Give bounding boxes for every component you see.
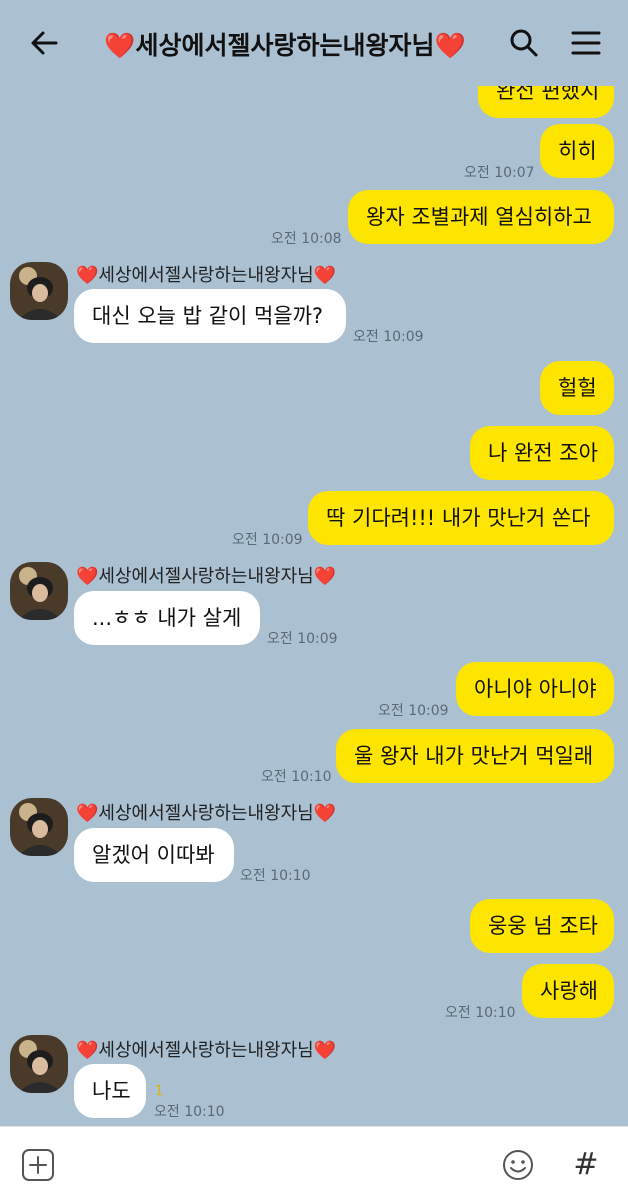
profile-photo-icon (10, 562, 68, 620)
menu-icon (571, 31, 601, 55)
message-time: 오전 10:09 (232, 532, 303, 548)
emoji-button[interactable] (498, 1145, 538, 1185)
message-time: 오전 10:07 (464, 165, 535, 181)
avatar[interactable] (10, 1035, 68, 1093)
message-time: 오전 10:09 (267, 631, 338, 647)
unread-count: 1 (155, 1084, 164, 1099)
back-button[interactable] (22, 21, 66, 65)
sender-name: ❤️세상에서젤사랑하는내왕자님❤️ (76, 803, 337, 824)
sender-name: ❤️세상에서젤사랑하는내왕자님❤️ (76, 1040, 337, 1061)
message-time: 오전 10:10 (240, 868, 311, 884)
message-time: 오전 10:09 (378, 703, 449, 719)
profile-photo-icon (10, 1035, 68, 1093)
sender-name: ❤️세상에서젤사랑하는내왕자님❤️ (76, 566, 337, 587)
emoji-icon (503, 1150, 533, 1180)
back-arrow-icon (31, 31, 58, 55)
plus-box-icon (22, 1149, 54, 1181)
avatar[interactable] (10, 262, 68, 320)
outgoing-message[interactable]: 아니야 아니야 (456, 662, 614, 716)
message-time: 오전 10:09 (353, 329, 424, 345)
outgoing-message[interactable]: 히히 (540, 124, 614, 178)
outgoing-message[interactable]: 웅웅 넘 조타 (470, 899, 614, 953)
message-time: 오전 10:10 (445, 1005, 516, 1021)
message-time: 오전 10:08 (271, 231, 342, 247)
incoming-message[interactable]: ...ㅎㅎ 내가 살게 (74, 591, 260, 645)
search-button[interactable] (502, 21, 546, 65)
chat-header: ❤️세상에서젤사랑하는내왕자님❤️ (0, 0, 628, 86)
avatar[interactable] (10, 562, 68, 620)
sender-name: ❤️세상에서젤사랑하는내왕자님❤️ (76, 265, 337, 286)
profile-photo-icon (10, 262, 68, 320)
profile-photo-icon (10, 798, 68, 856)
heart-icon: ❤️ (434, 31, 466, 60)
incoming-message[interactable]: 대신 오늘 밥 같이 먹을까? (74, 289, 346, 343)
chat-title: ❤️세상에서젤사랑하는내왕자님❤️ (104, 31, 466, 60)
chat-area[interactable]: 완전 편했지 히히 오전 10:07 왕자 조별과제 열심히하고 오전 10:0… (0, 0, 628, 1126)
outgoing-message[interactable]: 울 왕자 내가 맛난거 먹일래 (336, 729, 614, 783)
incoming-message[interactable]: 나도 (74, 1064, 146, 1118)
menu-button[interactable] (564, 21, 608, 65)
outgoing-message[interactable]: 헐헐 (540, 361, 614, 415)
outgoing-message[interactable]: 사랑해 (522, 964, 614, 1018)
heart-icon: ❤️ (104, 31, 136, 60)
message-time: 오전 10:10 (154, 1104, 225, 1120)
avatar[interactable] (10, 798, 68, 856)
message-input-bar[interactable]: # (0, 1126, 628, 1201)
outgoing-message[interactable]: 딱 기다려!!! 내가 맛난거 쏜다 (308, 491, 614, 545)
attach-button[interactable] (18, 1145, 58, 1185)
outgoing-message[interactable]: 나 완전 조아 (470, 426, 614, 480)
hash-button[interactable]: # (566, 1145, 606, 1185)
incoming-message[interactable]: 알겠어 이따봐 (74, 828, 234, 882)
search-icon (510, 29, 538, 57)
outgoing-message[interactable]: 왕자 조별과제 열심히하고 (348, 190, 614, 244)
hash-icon: # (573, 1147, 599, 1182)
message-time: 오전 10:10 (261, 769, 332, 785)
